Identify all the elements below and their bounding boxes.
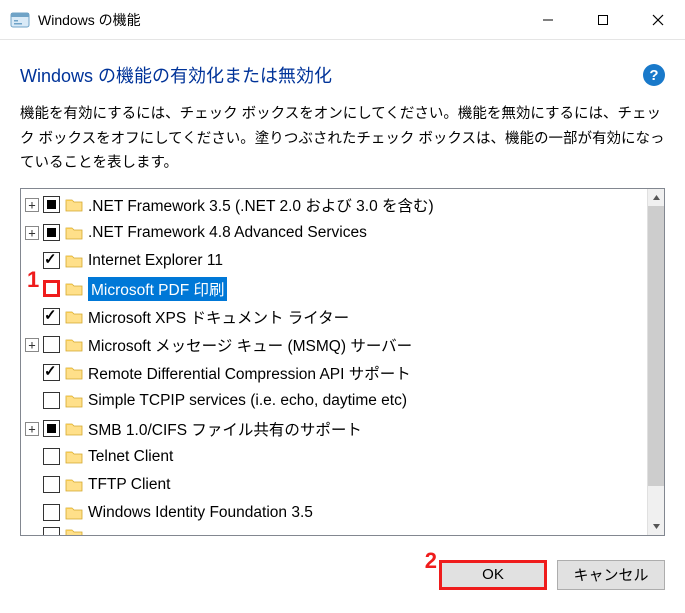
feature-checkbox[interactable] bbox=[43, 336, 60, 353]
feature-row[interactable]: Simple TCPIP services (i.e. echo, daytim… bbox=[23, 387, 647, 415]
feature-row[interactable]: Windows Identity Foundation 3.5 bbox=[23, 499, 647, 527]
feature-checkbox[interactable] bbox=[43, 196, 60, 213]
feature-label: Microsoft PDF 印刷 bbox=[88, 277, 227, 301]
ok-button[interactable]: OK bbox=[439, 560, 547, 590]
folder-icon bbox=[65, 197, 83, 212]
scroll-down-button[interactable] bbox=[648, 518, 664, 535]
folder-icon bbox=[65, 365, 83, 380]
feature-row[interactable]: Remote Differential Compression API サポート bbox=[23, 359, 647, 387]
feature-checkbox[interactable] bbox=[43, 252, 60, 269]
feature-row[interactable]: + .NET Framework 3.5 (.NET 2.0 および 3.0 を含… bbox=[23, 191, 647, 219]
feature-label: TFTP Client bbox=[88, 476, 170, 494]
folder-icon bbox=[65, 477, 83, 492]
maximize-button[interactable] bbox=[575, 0, 630, 40]
content-area: Windows の機能の有効化または無効化 ? 機能を有効にするには、チェック … bbox=[0, 40, 685, 546]
folder-icon bbox=[65, 281, 83, 296]
feature-row[interactable]: Microsoft PDF 印刷 bbox=[23, 275, 647, 303]
folder-icon bbox=[65, 253, 83, 268]
feature-row[interactable]: + Microsoft メッセージ キュー (MSMQ) サーバー bbox=[23, 331, 647, 359]
feature-checkbox[interactable] bbox=[43, 504, 60, 521]
feature-label: Windows Identity Foundation 3.5 bbox=[88, 504, 313, 522]
feature-row[interactable]: Internet Explorer 11 bbox=[23, 247, 647, 275]
feature-tree: 1 + .NET Framework 3.5 (.NET 2.0 および 3.0 … bbox=[20, 188, 665, 536]
feature-tree-viewport[interactable]: + .NET Framework 3.5 (.NET 2.0 および 3.0 を含… bbox=[21, 189, 647, 535]
feature-label: Microsoft メッセージ キュー (MSMQ) サーバー bbox=[88, 334, 412, 356]
window-title: Windows の機能 bbox=[38, 10, 141, 30]
feature-row-partial bbox=[23, 527, 647, 535]
folder-icon bbox=[65, 309, 83, 324]
expand-toggle[interactable]: + bbox=[25, 198, 39, 212]
window-controls bbox=[520, 0, 685, 40]
feature-checkbox[interactable] bbox=[43, 280, 60, 297]
feature-checkbox[interactable] bbox=[43, 364, 60, 381]
folder-icon bbox=[65, 449, 83, 464]
feature-checkbox[interactable] bbox=[43, 476, 60, 493]
scrollbar[interactable] bbox=[647, 189, 664, 535]
minimize-button[interactable] bbox=[520, 0, 575, 40]
feature-checkbox[interactable] bbox=[43, 308, 60, 325]
feature-checkbox[interactable] bbox=[43, 448, 60, 465]
feature-label: Internet Explorer 11 bbox=[88, 252, 223, 270]
page-heading-row: Windows の機能の有効化または無効化 ? bbox=[20, 62, 665, 88]
feature-row[interactable]: TFTP Client bbox=[23, 471, 647, 499]
feature-row[interactable]: + .NET Framework 4.8 Advanced Services bbox=[23, 219, 647, 247]
dialog-buttons: 2 OK キャンセル bbox=[0, 546, 685, 590]
help-icon[interactable]: ? bbox=[643, 64, 665, 86]
folder-icon bbox=[65, 421, 83, 436]
feature-label: Remote Differential Compression API サポート bbox=[88, 362, 411, 384]
cancel-button[interactable]: キャンセル bbox=[557, 560, 665, 590]
feature-label: .NET Framework 3.5 (.NET 2.0 および 3.0 を含む… bbox=[88, 194, 434, 216]
feature-checkbox[interactable] bbox=[43, 392, 60, 409]
feature-label: Simple TCPIP services (i.e. echo, daytim… bbox=[88, 392, 407, 410]
feature-label: SMB 1.0/CIFS ファイル共有のサポート bbox=[88, 418, 362, 440]
expand-toggle[interactable]: + bbox=[25, 226, 39, 240]
expand-toggle[interactable]: + bbox=[25, 338, 39, 352]
scroll-up-button[interactable] bbox=[648, 189, 664, 206]
annotation-1: 1 bbox=[27, 267, 39, 293]
feature-row[interactable]: + SMB 1.0/CIFS ファイル共有のサポート bbox=[23, 415, 647, 443]
folder-icon bbox=[65, 505, 83, 520]
annotation-2: 2 bbox=[425, 548, 437, 574]
window-icon bbox=[10, 10, 30, 30]
feature-row[interactable]: Microsoft XPS ドキュメント ライター bbox=[23, 303, 647, 331]
feature-label: Microsoft XPS ドキュメント ライター bbox=[88, 306, 349, 328]
folder-icon bbox=[65, 393, 83, 408]
expand-toggle[interactable]: + bbox=[25, 422, 39, 436]
close-button[interactable] bbox=[630, 0, 685, 40]
folder-icon bbox=[65, 225, 83, 240]
scrollbar-track[interactable] bbox=[648, 486, 664, 518]
feature-label: .NET Framework 4.8 Advanced Services bbox=[88, 224, 367, 242]
titlebar: Windows の機能 bbox=[0, 0, 685, 40]
feature-label: Telnet Client bbox=[88, 448, 173, 466]
folder-icon bbox=[65, 337, 83, 352]
feature-checkbox[interactable] bbox=[43, 224, 60, 241]
feature-checkbox[interactable] bbox=[43, 420, 60, 437]
page-description: 機能を有効にするには、チェック ボックスをオンにしてください。機能を無効にするに… bbox=[20, 102, 665, 176]
scrollbar-thumb[interactable] bbox=[648, 206, 664, 486]
page-heading: Windows の機能の有効化または無効化 bbox=[20, 62, 332, 88]
feature-row[interactable]: Telnet Client bbox=[23, 443, 647, 471]
